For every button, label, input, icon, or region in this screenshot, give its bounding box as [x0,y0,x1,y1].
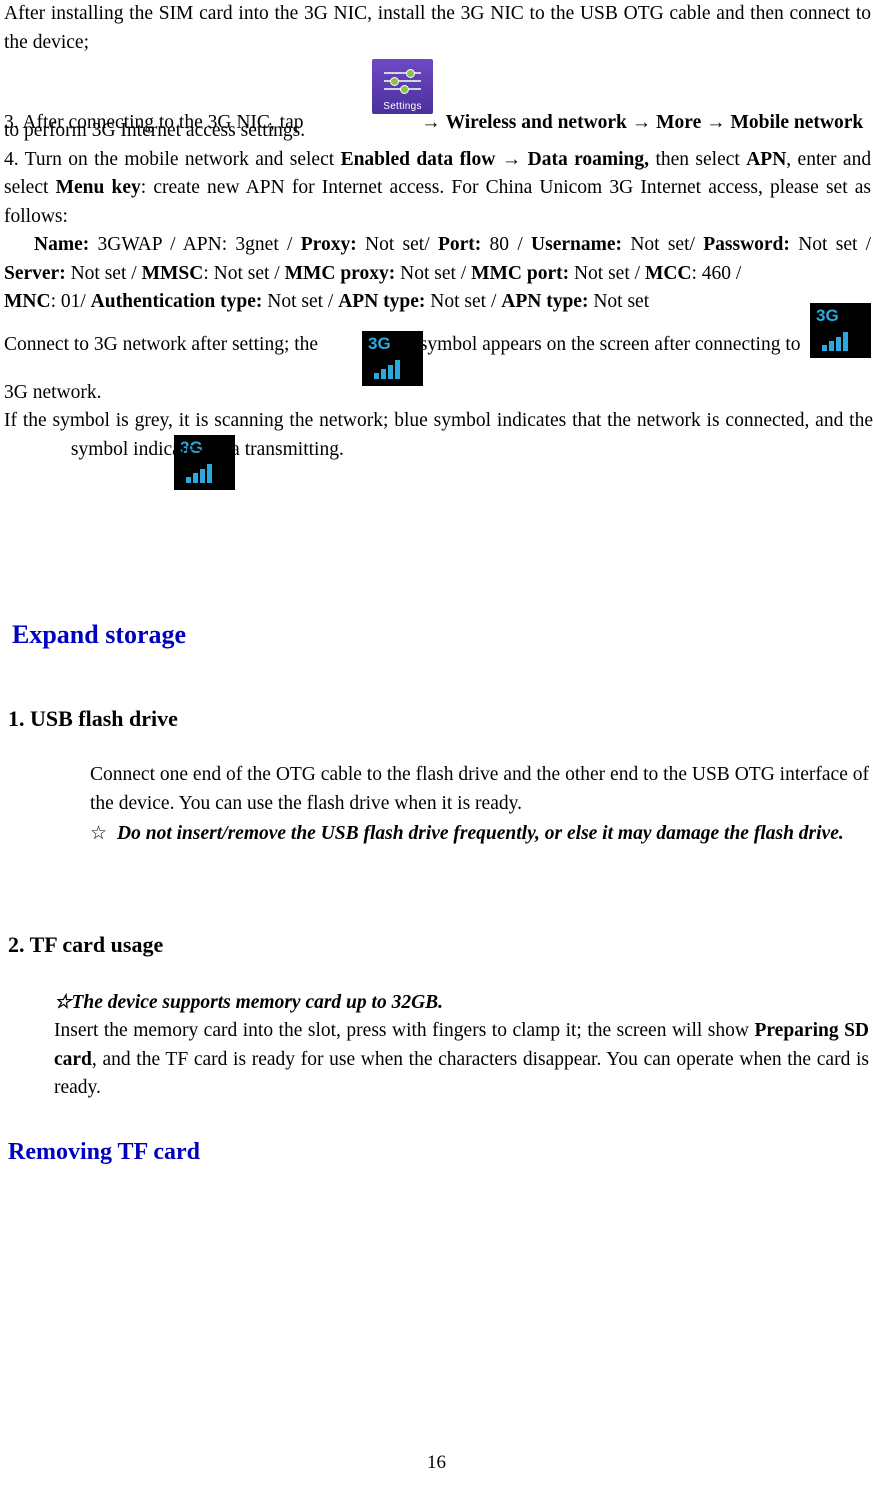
tf-line-b: , and the TF card is ready for use when … [54,1048,869,1099]
heading-expand-storage: Expand storage [12,620,187,649]
step-3-block: Settings 3. After connecting to the 3G N… [4,57,871,143]
apn-mnc-label: MNC [4,291,51,312]
apn-mmsc-value: : Not set / [203,262,280,284]
step3-mobile-network: Mobile network [730,112,864,133]
page-content: After installing the SIM card into the 3… [0,0,873,1167]
step4-b: then select [655,148,740,170]
paragraph-usb-flash-drive: Connect one end of the OTG cable to the … [90,764,869,814]
step3-more: More [656,112,702,133]
step4-a: 4. Turn on the mobile network and select [4,148,335,170]
apn-mmcproxy-value: Not set / [400,262,467,284]
grey-symbol-block: 3G If the symbol is grey, it is scanning… [4,407,873,491]
step4-menu-key: Menu key [55,177,141,198]
apn-mmcport-label: MMC port: [471,262,570,284]
paragraph-tf-card-usage: Insert the memory card into the slot, pr… [4,1017,871,1103]
apn-username-label: Username: [531,234,623,255]
apn-type2-label: APN type: [501,291,589,312]
paragraph-connect-3g-cont: 3G network. [4,381,102,403]
apn-username-value: Not set/ [630,234,695,255]
apn-mmcport-value: Not set / [573,262,641,284]
apn-mmcproxy-label: MMC proxy: [284,262,396,284]
connect-3g-a: Connect to 3G network after setting; the [4,333,319,355]
step3-arrow-2: → [631,112,652,133]
step4-arrow: → [501,148,522,170]
apn-type1-label: APN type: [338,291,426,312]
step3-prefix: 3. After connecting to the 3G NIC, tap [4,112,304,133]
apn-password-label: Password: [703,234,790,255]
apn-port-label: Port: [437,234,482,255]
heading-usb-flash-drive: 1. USB flash drive [8,706,178,731]
note-usb-text: Do not insert/remove the USB flash drive… [117,823,844,844]
apn-mcc-value: : 460 / [691,262,742,284]
grey-symbol-a: If the symbol is grey, it is scanning th… [4,410,873,431]
apn-auth-label: Authentication type: [90,291,263,312]
step3-arrow-3: → [706,112,726,133]
heading-tf-card-usage: 2. TF card usage [8,931,164,957]
page-number: 16 [427,1452,446,1473]
apn-mnc-value: : 01/ [50,291,86,312]
grey-symbol-b: symbol indicates data transmitting. [70,438,344,460]
paragraph-connect-3g: Connect to 3G network after setting; the… [4,331,873,360]
paragraph-apn-settings-1: Name: 3GWAP / APN: 3gnet / Proxy: Not se… [4,231,871,288]
apn-port-value: 80 / [489,234,523,255]
step3-wireless-and-network: Wireless and network [445,112,627,133]
settings-icon: Settings [372,59,433,114]
network-3g-icon-label: 3G [816,305,839,325]
paragraph-apn-settings-2: MNC: 01/ Authentication type: Not set / … [4,288,871,317]
apn-password-value: Not set / [798,234,872,255]
step4-enabled-data-flow: Enabled data flow [340,148,496,170]
paragraph-grey-symbol: If the symbol is grey, it is scanning th… [4,407,873,464]
tf-line-a: Insert the memory card into the slot, pr… [54,1020,749,1041]
heading-removing-tf-card: Removing TF card [8,1138,200,1165]
document-page: After installing the SIM card into the 3… [0,0,873,1488]
apn-server-value: Not set / [70,262,137,284]
star-icon: ☆ [90,823,108,844]
apn-name-value: 3GWAP / APN: 3gnet / [97,234,293,255]
apn-proxy-label: Proxy: [300,234,357,255]
note-usb-flash-drive: ☆ Do not insert/remove the USB flash dri… [4,820,871,849]
note-tf-card-capacity: ☆The device supports memory card up to 3… [54,991,444,1013]
apn-mcc-label: MCC [644,262,692,284]
apn-mmsc-label: MMSC [141,262,204,284]
connect-3g-b: symbol appears on the screen after conne… [419,333,801,355]
apn-type2-value: Not set [593,291,650,312]
apn-name-label: Name: [34,234,90,255]
apn-auth-value: Not set / [267,291,334,312]
step4-data-roaming: Data roaming, [527,148,650,170]
connect-3g-block: 3G 3G Connect to 3G network after settin… [4,302,873,386]
paragraph-step-3: 3. After connecting to the 3G NIC, tap →… [4,109,873,138]
apn-type1-value: Not set / [430,291,497,312]
apn-server-label: Server: [4,262,66,284]
paragraph-step-4: 4. Turn on the mobile network and select… [4,146,871,232]
step4-apn: APN [746,148,787,170]
paragraph-install-sim: After installing the SIM card into the 3… [4,3,871,53]
step3-arrow-1: → [421,112,441,133]
apn-proxy-value: Not set/ [365,234,430,255]
